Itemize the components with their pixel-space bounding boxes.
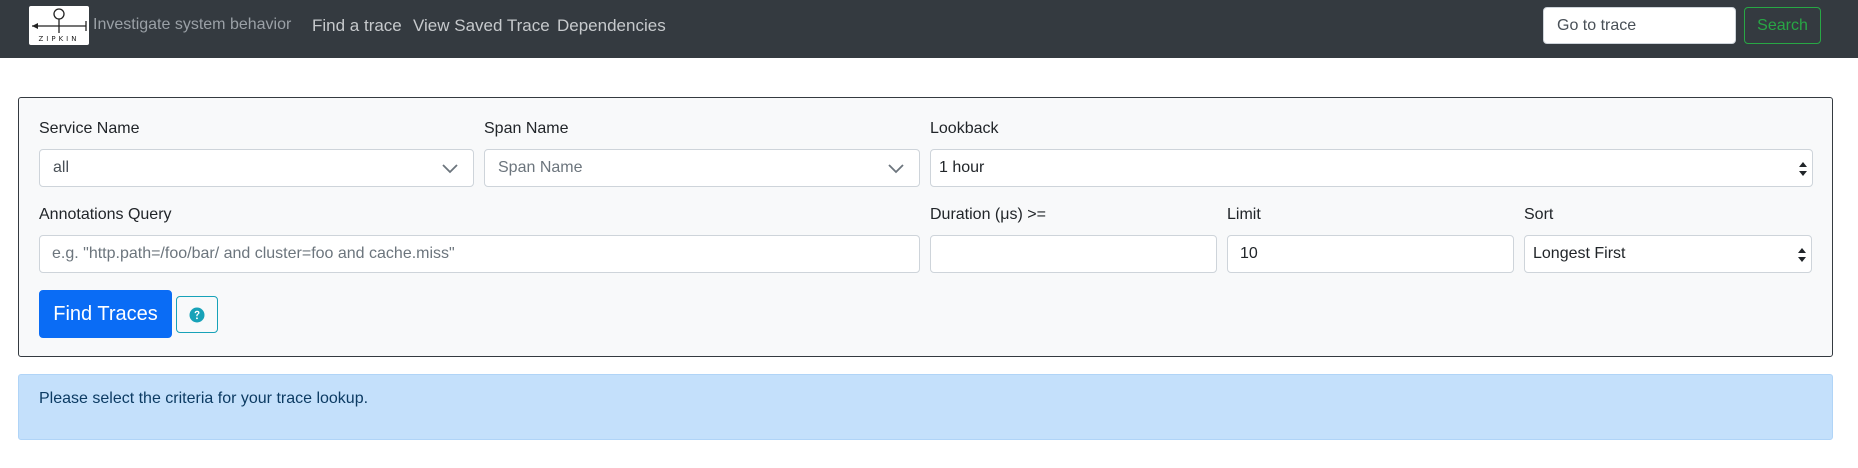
zipkin-logo[interactable]: ZIPKIN <box>29 6 89 45</box>
limit-input[interactable] <box>1227 235 1514 273</box>
question-circle-icon <box>189 307 205 322</box>
limit-label: Limit <box>1227 206 1261 223</box>
chevron-down-icon <box>888 164 904 174</box>
service-name-value: all <box>53 159 70 176</box>
sort-select[interactable]: Longest First <box>1524 235 1812 273</box>
logo-text: ZIPKIN <box>38 35 80 43</box>
lookback-label: Lookback <box>930 120 999 137</box>
lookback-value: 1 hour <box>939 159 985 176</box>
goto-trace-input[interactable] <box>1543 7 1736 44</box>
nav-find-a-trace[interactable]: Find a trace <box>312 16 402 36</box>
help-button[interactable] <box>176 296 218 333</box>
duration-label: Duration (μs) >= <box>930 206 1046 223</box>
annotations-query-label: Annotations Query <box>39 206 172 223</box>
service-name-select[interactable]: all <box>39 149 474 187</box>
search-button[interactable]: Search <box>1744 7 1821 44</box>
alert-message: Please select the criteria for your trac… <box>39 390 369 407</box>
nav-dependencies[interactable]: Dependencies <box>557 16 666 36</box>
navbar: ZIPKIN Investigate system behavior Find … <box>0 0 1858 58</box>
search-panel: Service Name Span Name Lookback all Span… <box>18 97 1833 357</box>
tagline: Investigate system behavior <box>93 16 292 33</box>
updown-arrows-icon <box>1799 162 1807 176</box>
chevron-down-icon <box>442 164 458 174</box>
annotations-query-input[interactable] <box>39 235 920 273</box>
info-alert: Please select the criteria for your trac… <box>18 374 1833 440</box>
span-name-label: Span Name <box>484 120 569 137</box>
updown-arrows-icon <box>1798 248 1806 262</box>
nav-view-saved-trace[interactable]: View Saved Trace <box>413 16 550 36</box>
span-name-select[interactable]: Span Name <box>484 149 920 187</box>
find-traces-button[interactable]: Find Traces <box>39 290 172 338</box>
duration-input[interactable] <box>930 235 1217 273</box>
lookback-select[interactable]: 1 hour <box>930 149 1813 187</box>
service-name-label: Service Name <box>39 120 140 137</box>
sort-label: Sort <box>1524 206 1554 223</box>
zipkin-logo-icon <box>32 8 87 33</box>
span-name-value: Span Name <box>498 159 583 176</box>
sort-value: Longest First <box>1533 245 1626 262</box>
